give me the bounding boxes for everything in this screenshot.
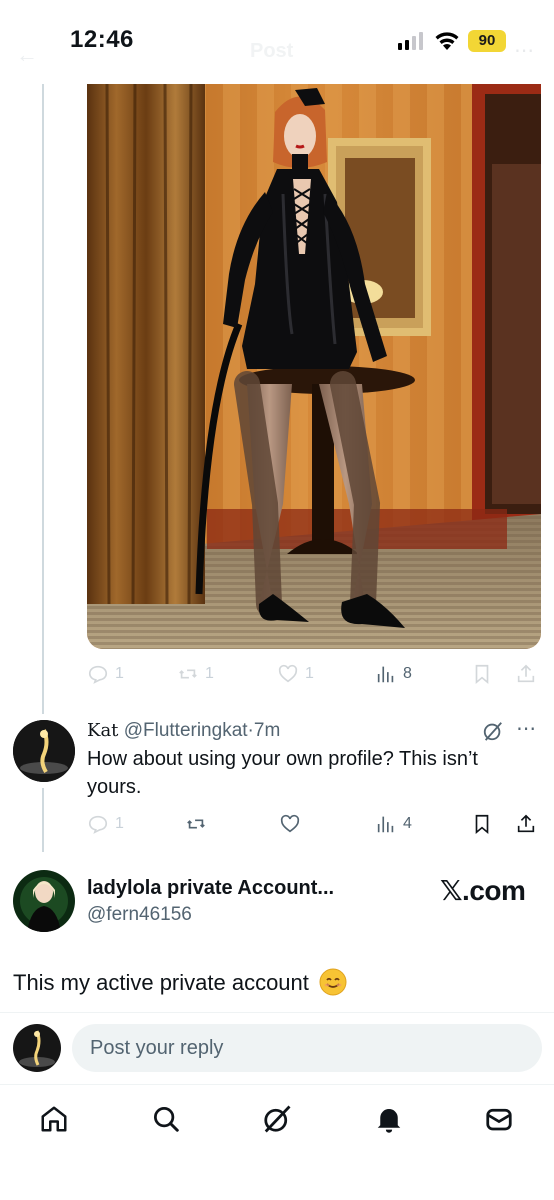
back-arrow-icon[interactable]: ←: [16, 42, 38, 68]
avatar-image: [13, 1024, 61, 1072]
views-icon: [377, 816, 394, 833]
reply-time: 7m: [253, 720, 281, 741]
nav-notifications[interactable]: [369, 1099, 409, 1139]
reply-views-count: 4: [403, 815, 412, 832]
share-button[interactable]: [515, 660, 537, 688]
share-icon: [517, 664, 535, 683]
header-title: Post: [250, 40, 294, 62]
x-brand-label: 𝕏.com: [440, 875, 526, 906]
reply-header: Kat @Flutteringkat·7m: [87, 720, 280, 742]
grok-icon: [264, 1105, 291, 1133]
repost-count: 1: [205, 665, 214, 682]
heart-icon: [278, 664, 298, 683]
status-time: 12:46: [70, 26, 134, 53]
more-icon[interactable]: ⋯: [514, 38, 534, 63]
nav-search[interactable]: [146, 1099, 186, 1139]
post-photo[interactable]: [87, 84, 541, 649]
reply-reply-button[interactable]: 1: [87, 810, 124, 838]
views-icon: [377, 666, 394, 683]
grok-icon[interactable]: [482, 720, 504, 742]
nav-grok[interactable]: [257, 1099, 297, 1139]
share-icon: [517, 814, 535, 833]
home-icon: [41, 1106, 67, 1132]
photo-image: [87, 84, 541, 649]
embed-text: This my active private account: [13, 968, 347, 996]
embed-display-name[interactable]: ladylola private Account...: [87, 877, 334, 900]
embed-avatar[interactable]: [13, 870, 75, 932]
embed-handle[interactable]: @fern46156: [87, 904, 192, 926]
like-button[interactable]: 1: [277, 660, 314, 688]
views-button[interactable]: 8: [375, 660, 412, 688]
reply-icon: [88, 815, 108, 834]
reply-like-button[interactable]: [279, 810, 301, 838]
reply-input[interactable]: [72, 1024, 542, 1072]
notifications-icon: [377, 1109, 401, 1133]
reply-count: 1: [115, 665, 124, 682]
heart-icon: [280, 814, 300, 833]
reply-views-button[interactable]: 4: [375, 810, 412, 838]
nav-home[interactable]: [34, 1099, 74, 1139]
reply-button[interactable]: 1: [87, 660, 124, 688]
repost-icon: [187, 819, 205, 829]
avatar-image: [13, 720, 75, 782]
composer-divider: [0, 1012, 554, 1013]
reply-actions: 1 4: [87, 810, 541, 838]
bookmark-button[interactable]: [471, 660, 493, 688]
repost-button[interactable]: 1: [177, 660, 214, 688]
reply-icon: [88, 665, 108, 684]
bookmark-icon: [475, 814, 489, 835]
battery-indicator: 90: [468, 30, 506, 52]
thread-line: [42, 788, 44, 852]
post-actions: 1 1 1 8: [87, 660, 541, 688]
reply-repost-button[interactable]: [185, 810, 207, 838]
embed-text-content: This my active private account: [13, 970, 309, 995]
reply-handle[interactable]: @Flutteringkat: [124, 720, 248, 741]
composer-avatar[interactable]: [13, 1024, 61, 1072]
thread-line: [42, 84, 44, 714]
search-icon: [154, 1107, 179, 1132]
bookmark-icon: [475, 664, 489, 685]
views-count: 8: [403, 665, 412, 682]
messages-icon: [486, 1108, 512, 1131]
reply-display-name[interactable]: Kat: [87, 720, 118, 741]
repost-icon: [179, 669, 197, 679]
reply-avatar[interactable]: [13, 720, 75, 782]
reply-composer[interactable]: [72, 1024, 542, 1072]
nav-messages[interactable]: [479, 1099, 519, 1139]
reply-text: How about using your own profile? This i…: [87, 748, 478, 798]
cellular-signal-icon: [398, 32, 423, 50]
like-count: 1: [305, 665, 314, 682]
wifi-icon: [435, 32, 459, 50]
reply-share-button[interactable]: [515, 810, 537, 838]
avatar-image: [13, 870, 75, 932]
status-bar: ← Post ⋯ 12:46 90: [0, 0, 554, 84]
reply-reply-count: 1: [115, 815, 124, 832]
smiling-face-emoji-icon: [319, 968, 347, 996]
bottom-nav: [0, 1085, 554, 1200]
reply-bookmark-button[interactable]: [471, 810, 493, 838]
reply-more-icon[interactable]: ⋯: [516, 716, 537, 741]
